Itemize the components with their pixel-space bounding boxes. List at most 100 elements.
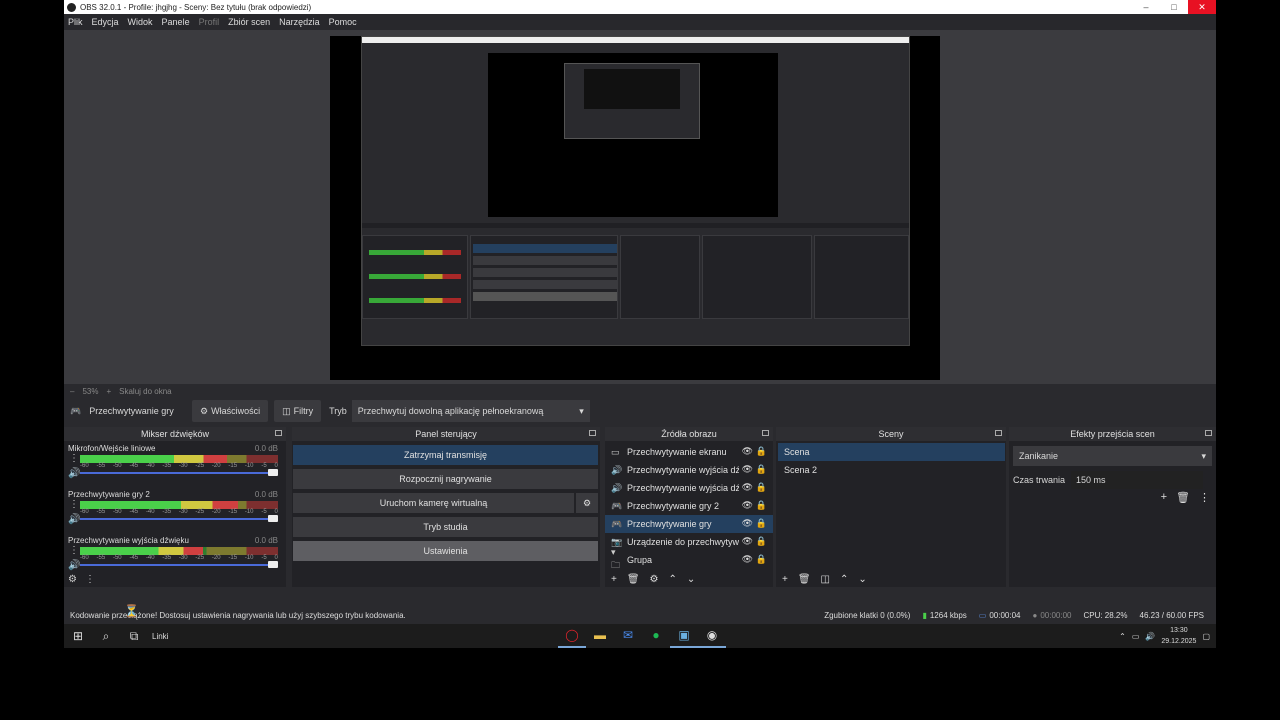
network-icon[interactable]: ▭: [1132, 632, 1140, 641]
scene-filters-icon[interactable]: ◫: [821, 574, 830, 585]
messenger-icon[interactable]: ✉: [614, 624, 642, 648]
source-item[interactable]: 📷 Urządzenie do przechwytywani 👁 🔒: [605, 533, 773, 551]
menu-edit[interactable]: Edycja: [92, 17, 119, 27]
visibility-eye-icon[interactable]: 👁: [742, 446, 753, 457]
stop-streaming-button[interactable]: Zatrzymaj transmisję: [293, 445, 598, 465]
scene-item[interactable]: Scena: [778, 443, 1005, 461]
undock-icon[interactable]: [589, 430, 596, 436]
menu-tools[interactable]: Narzędzia: [279, 17, 320, 27]
app-icon[interactable]: ▣: [670, 624, 698, 648]
speaker-icon[interactable]: 🔊: [68, 560, 80, 571]
transition-select[interactable]: Zanikanie ▾: [1013, 446, 1212, 466]
zoom-out-button[interactable]: –: [70, 387, 74, 396]
lock-icon[interactable]: 🔒: [756, 554, 767, 565]
move-down-icon[interactable]: ⌄: [858, 574, 866, 585]
lock-icon[interactable]: 🔒: [756, 518, 767, 529]
speaker-icon[interactable]: 🔊: [68, 514, 80, 525]
virtual-camera-settings-button[interactable]: ⚙: [576, 493, 598, 513]
source-item[interactable]: ▾ 🗀 Grupa 👁 🔒: [605, 547, 773, 570]
transition-menu-icon[interactable]: ⋮: [1199, 491, 1210, 504]
search-icon[interactable]: ⌕: [92, 624, 120, 648]
remove-transition-icon[interactable]: 🗑: [1176, 491, 1190, 504]
undock-icon[interactable]: [275, 430, 282, 436]
scene-item[interactable]: Scena 2: [778, 461, 1005, 479]
move-up-icon[interactable]: ⌃: [669, 574, 677, 585]
volume-knob[interactable]: [268, 515, 278, 522]
mixer-channel: Mikrofon/Wejście liniowe 0.0 dB ⋮ -60 -55…: [64, 441, 286, 487]
lock-icon[interactable]: 🔒: [756, 500, 767, 511]
notification-icon[interactable]: ▢: [1202, 632, 1210, 641]
obs-window: OBS 32.0.1 - Profile: jhgjhg - Sceny: Be…: [64, 0, 1216, 648]
duration-input[interactable]: 150 ms: [1071, 471, 1204, 489]
add-transition-icon[interactable]: +: [1161, 491, 1167, 504]
remove-source-icon[interactable]: 🗑: [627, 574, 640, 585]
lock-icon[interactable]: 🔒: [756, 482, 767, 493]
volume-knob[interactable]: [268, 561, 278, 568]
source-item[interactable]: ▭ Przechwytywanie ekranu 👁 🔒: [605, 443, 773, 461]
add-source-icon[interactable]: +: [611, 574, 617, 585]
preview-canvas[interactable]: [330, 36, 940, 380]
move-up-icon[interactable]: ⌃: [840, 574, 848, 585]
chevron-up-icon[interactable]: ⌃: [1119, 632, 1126, 641]
filters-button[interactable]: ◫ Filtry: [274, 400, 322, 422]
lock-icon[interactable]: 🔒: [756, 446, 767, 457]
windows-start-icon[interactable]: ⊞: [64, 624, 92, 648]
volume-slider[interactable]: [80, 469, 278, 476]
visibility-eye-icon[interactable]: 👁: [742, 464, 753, 475]
volume-slider[interactable]: [80, 561, 278, 568]
channel-menu-icon[interactable]: ⋮: [69, 545, 79, 556]
capture-mode-select[interactable]: Przechwytuj dowolną aplikację pełnoekran…: [351, 400, 590, 422]
status-bar: Kodowanie przeciążone! Dostosuj ustawien…: [64, 606, 1216, 624]
visibility-eye-icon[interactable]: 👁: [742, 554, 753, 565]
channel-menu-icon[interactable]: ⋮: [69, 499, 79, 510]
undock-icon[interactable]: [762, 430, 769, 436]
source-item[interactable]: 🎮 Przechwytywanie gry 👁 🔒: [605, 515, 773, 533]
opera-icon[interactable]: ◯: [558, 624, 586, 648]
menu-file[interactable]: Plik: [68, 17, 83, 27]
remove-scene-icon[interactable]: 🗑: [798, 574, 811, 585]
source-item[interactable]: 🔊 Przechwytywanie wyjścia dźwię 👁 🔒: [605, 479, 773, 497]
transitions-dock: Efekty przejścia scen Zanikanie ▾ Czas t…: [1009, 427, 1216, 587]
add-scene-icon[interactable]: +: [782, 574, 788, 585]
links-toolbar[interactable]: Linki: [152, 632, 168, 641]
spotify-icon[interactable]: ●: [642, 624, 670, 648]
source-item[interactable]: 🔊 Przechwytywanie wyjścia dźwię 👁 🔒: [605, 461, 773, 479]
volume-slider[interactable]: [80, 515, 278, 522]
clock[interactable]: 13:30 29.12.2025: [1161, 625, 1196, 647]
undock-icon[interactable]: [995, 430, 1002, 436]
settings-button[interactable]: Ustawienia: [293, 541, 598, 561]
volume-knob[interactable]: [268, 469, 278, 476]
visibility-eye-icon[interactable]: 👁: [742, 482, 753, 493]
visibility-eye-icon[interactable]: 👁: [742, 518, 753, 529]
zoom-in-button[interactable]: +: [106, 387, 111, 396]
advanced-audio-icon[interactable]: ⚙: [68, 574, 77, 585]
source-properties-icon[interactable]: ⚙: [650, 574, 659, 585]
menu-profile[interactable]: Profil: [199, 17, 220, 27]
task-view-icon[interactable]: ⧉: [120, 624, 148, 648]
move-down-icon[interactable]: ⌄: [687, 574, 695, 585]
file-explorer-icon[interactable]: ▬: [586, 624, 614, 648]
menu-docks[interactable]: Panele: [162, 17, 190, 27]
menu-view[interactable]: Widok: [128, 17, 153, 27]
visibility-eye-icon[interactable]: 👁: [742, 500, 753, 511]
visibility-eye-icon[interactable]: 👁: [742, 536, 753, 547]
lock-icon[interactable]: 🔒: [756, 536, 767, 547]
menu-scene-collection[interactable]: Zbiór scen: [228, 17, 270, 27]
zoom-mode[interactable]: Skaluj do okna: [119, 387, 171, 396]
undock-icon[interactable]: [1205, 430, 1212, 436]
lock-icon[interactable]: 🔒: [756, 464, 767, 475]
minimize-button[interactable]: –: [1132, 0, 1160, 14]
properties-button[interactable]: ⚙ Właściwości: [192, 400, 269, 422]
speaker-icon[interactable]: 🔊: [68, 468, 80, 479]
start-virtual-camera-button[interactable]: Uruchom kamerę wirtualną: [293, 493, 574, 513]
close-button[interactable]: ✕: [1188, 0, 1216, 14]
source-item[interactable]: 🎮 Przechwytywanie gry 2 👁 🔒: [605, 497, 773, 515]
channel-menu-icon[interactable]: ⋮: [69, 453, 79, 464]
speaker-icon[interactable]: 🔊: [1145, 632, 1155, 641]
start-recording-button[interactable]: Rozpocznij nagrywanie: [293, 469, 598, 489]
studio-mode-button[interactable]: Tryb studia: [293, 517, 598, 537]
maximize-button[interactable]: □: [1160, 0, 1188, 14]
mixer-menu-icon[interactable]: ⋮: [85, 574, 95, 585]
obs-icon[interactable]: ◉: [698, 624, 726, 648]
menu-help[interactable]: Pomoc: [329, 17, 357, 27]
